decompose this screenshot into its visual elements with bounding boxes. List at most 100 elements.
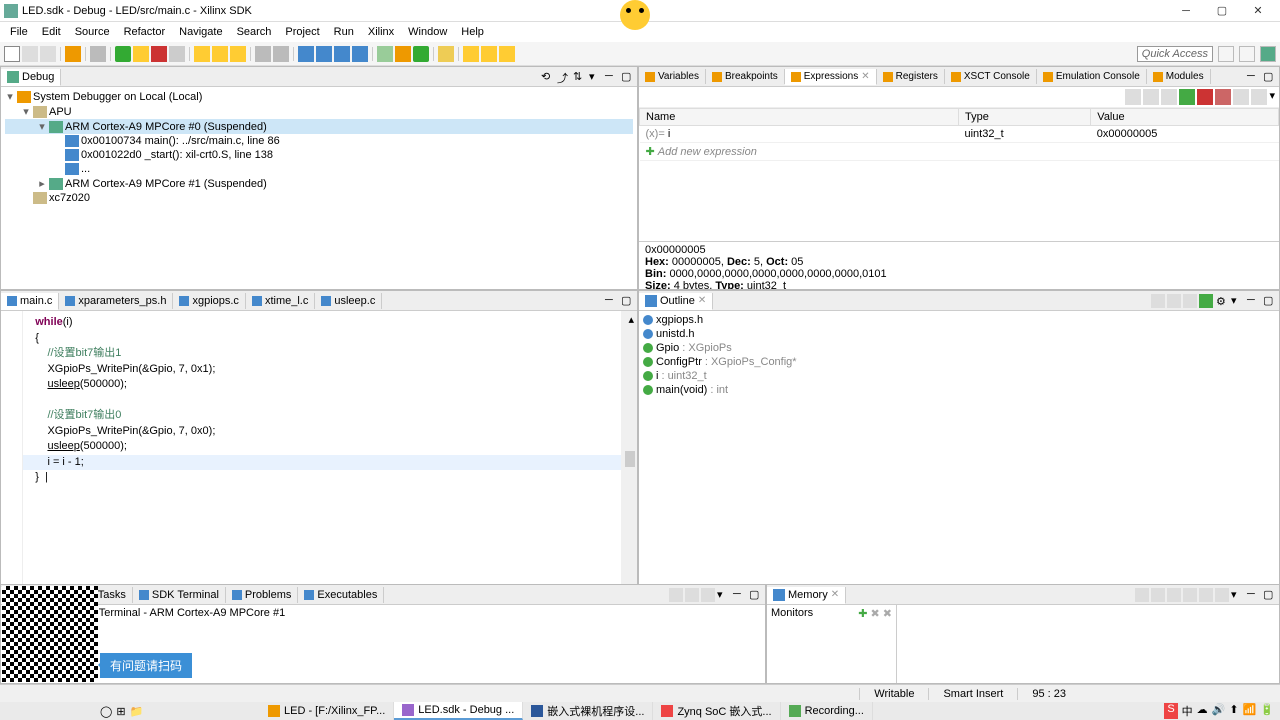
outline-tab[interactable]: Outline✕ [639, 293, 713, 310]
resume-icon[interactable] [115, 46, 131, 62]
run-icon[interactable] [413, 46, 429, 62]
minimize-button[interactable]: ─ [1168, 1, 1204, 21]
console-tab[interactable]: Problems [226, 587, 298, 603]
debug-icon[interactable] [395, 46, 411, 62]
task-view-icon[interactable]: ⊞ [116, 705, 125, 718]
memory-tab[interactable]: Memory✕ [767, 587, 846, 604]
menu-source[interactable]: Source [69, 24, 116, 40]
debug-tree-item[interactable]: ▸ARM Cortex-A9 MPCore #1 (Suspended) [5, 176, 633, 191]
maximize-icon[interactable]: ▢ [1263, 588, 1277, 602]
explorer-icon[interactable]: 📁 [130, 705, 144, 718]
debug-tree-item[interactable]: 0x00100734 main(): ../src/main.c, line 8… [5, 134, 633, 148]
remove-all-icon[interactable] [1215, 89, 1231, 105]
editor-tab[interactable]: main.c [1, 293, 59, 310]
console-tab[interactable]: Executables [298, 587, 384, 603]
menu-help[interactable]: Help [455, 24, 490, 40]
debug-tree-item[interactable]: ▾System Debugger on Local (Local) [5, 89, 633, 104]
expressions-table[interactable]: NameTypeValue (x)= iuint32_t0x00000005 ✚… [639, 108, 1279, 241]
terminate-icon[interactable] [151, 46, 167, 62]
save-all-icon[interactable] [40, 46, 56, 62]
debug-tree-item[interactable]: xc7z020 [5, 191, 633, 205]
tool-icon[interactable] [1135, 588, 1149, 602]
outline-item[interactable]: xgpiops.h [643, 313, 1275, 327]
editor-tab[interactable]: xgpiops.c [173, 293, 245, 309]
vars-tab[interactable]: Expressions✕ [785, 69, 877, 85]
console-tab[interactable]: SDK Terminal [133, 587, 226, 603]
perspective-resource-icon[interactable] [1218, 46, 1234, 62]
nav-icon[interactable] [463, 46, 479, 62]
perspective-debug-icon[interactable] [1260, 46, 1276, 62]
expr-tool-icon[interactable] [1143, 89, 1159, 105]
editor-tab[interactable]: xparameters_ps.h [59, 293, 173, 309]
tool-icon[interactable] [701, 588, 715, 602]
tool-icon[interactable] [685, 588, 699, 602]
disconnect-icon[interactable] [169, 46, 185, 62]
editor-tab[interactable]: xtime_l.c [246, 293, 315, 309]
tool-icon[interactable] [1167, 588, 1181, 602]
vars-tab[interactable]: Emulation Console [1037, 69, 1147, 84]
taskbar-item[interactable]: Zynq SoC 嵌入式... [653, 702, 780, 720]
view-menu-icon[interactable]: ▾ [1269, 89, 1275, 105]
view-menu-icon[interactable]: ▾ [1231, 294, 1245, 308]
menu-refactor[interactable]: Refactor [118, 24, 172, 40]
debug-tree[interactable]: ▾System Debugger on Local (Local)▾APU▾AR… [1, 87, 637, 289]
tool-icon[interactable] [438, 46, 454, 62]
outline-item[interactable]: Gpio : XGpioPs [643, 341, 1275, 355]
step-into-icon[interactable] [194, 46, 210, 62]
build-icon[interactable] [65, 46, 81, 62]
step-over-icon[interactable] [212, 46, 228, 62]
tool-icon[interactable] [1167, 294, 1181, 308]
maximize-button[interactable]: ▢ [1204, 1, 1240, 21]
outline-item[interactable]: unistd.h [643, 327, 1275, 341]
back-icon[interactable] [481, 46, 497, 62]
debug-tree-item[interactable]: ▾APU [5, 104, 633, 119]
taskbar-item[interactable]: Recording... [781, 702, 873, 720]
cortana-icon[interactable]: ◯ [100, 705, 112, 718]
profile-icon[interactable] [377, 46, 393, 62]
expr-tool-icon[interactable] [1125, 89, 1141, 105]
menu-navigate[interactable]: Navigate [173, 24, 228, 40]
tool-icon[interactable] [1151, 588, 1165, 602]
view-menu-icon[interactable]: ▾ [1231, 588, 1245, 602]
remove-all-icon[interactable]: ✖ [883, 608, 892, 620]
quick-access[interactable]: Quick Access [1137, 46, 1213, 62]
taskbar-item[interactable]: LED.sdk - Debug ... [394, 702, 523, 720]
tool-icon[interactable]: ⟲ [541, 70, 555, 84]
tool-icon[interactable]: ⚙ [1215, 294, 1229, 308]
minimize-icon[interactable]: ─ [1247, 70, 1261, 84]
tool-icon[interactable]: ⇅ [573, 70, 587, 84]
add-monitor-icon[interactable]: ✚ [858, 608, 867, 620]
debug-tree-item[interactable]: 0x001022d0 _start(): xil-crt0.S, line 13… [5, 148, 633, 162]
add-icon[interactable] [1179, 89, 1195, 105]
view-menu-icon[interactable]: ▾ [589, 70, 603, 84]
taskbar-item[interactable]: 嵌入式裸机程序设... [523, 702, 653, 720]
memory-view[interactable]: Monitors ✚ ✖ ✖ [767, 605, 1279, 683]
debug-tree-item[interactable]: ▾ARM Cortex-A9 MPCore #0 (Suspended) [5, 119, 633, 134]
menu-window[interactable]: Window [402, 24, 453, 40]
tool-icon[interactable] [1215, 588, 1229, 602]
step-return-icon[interactable] [230, 46, 246, 62]
maximize-icon[interactable]: ▢ [621, 294, 635, 308]
vars-tab[interactable]: Variables [639, 69, 706, 84]
outline-item[interactable]: main(void) : int [643, 383, 1275, 397]
drop-frame-icon[interactable] [255, 46, 271, 62]
view-menu-icon[interactable]: ▾ [717, 588, 731, 602]
minimize-icon[interactable]: ─ [1247, 294, 1261, 308]
outline-item[interactable]: ConfigPtr : XGpioPs_Config* [643, 355, 1275, 369]
perspective-cpp-icon[interactable] [1239, 46, 1255, 62]
minimize-icon[interactable]: ─ [605, 294, 619, 308]
tool-icon[interactable] [669, 588, 683, 602]
menu-search[interactable]: Search [231, 24, 278, 40]
expr-tool-icon[interactable] [1233, 89, 1249, 105]
minimize-icon[interactable]: ─ [605, 70, 619, 84]
new-icon[interactable] [4, 46, 20, 62]
forward-icon[interactable] [499, 46, 515, 62]
menu-xilinx[interactable]: Xilinx [362, 24, 400, 40]
minimize-icon[interactable]: ─ [1247, 588, 1261, 602]
remove-monitor-icon[interactable]: ✖ [871, 608, 880, 620]
tool-icon[interactable] [316, 46, 332, 62]
menu-file[interactable]: File [4, 24, 34, 40]
debug-view-tab[interactable]: Debug [1, 69, 61, 86]
tool-icon[interactable] [298, 46, 314, 62]
suspend-icon[interactable] [133, 46, 149, 62]
